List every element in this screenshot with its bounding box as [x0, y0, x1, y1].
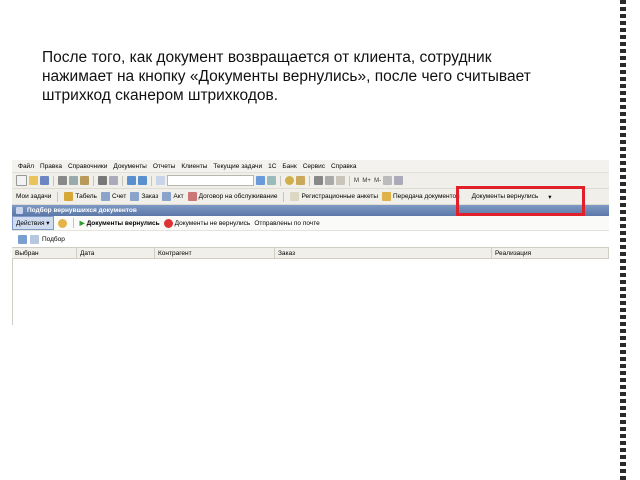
table-header: Выбран Дата Контрагент Заказ Реализация: [12, 247, 609, 259]
menu-service[interactable]: Сервис: [303, 163, 325, 170]
btn-documents-not-returned-label: Документы не вернулись: [174, 219, 251, 227]
column-header[interactable]: Дата: [77, 248, 155, 258]
search-icon[interactable]: [256, 176, 265, 185]
search-combo[interactable]: [167, 175, 254, 186]
preview-icon[interactable]: [109, 176, 118, 185]
peredacha-button[interactable]: Передача документов: [382, 192, 460, 201]
form-icon: [16, 207, 23, 214]
menu-catalogs[interactable]: Справочники: [68, 163, 107, 170]
column-header[interactable]: Заказ: [275, 248, 492, 258]
actions-label: Действия: [16, 219, 45, 227]
btn-sent-by-mail[interactable]: Отправлены по почте: [254, 220, 319, 227]
dogovor-label: Договор на обслуживание: [198, 193, 278, 200]
contract-icon: [187, 192, 197, 201]
slide-text-line: После того, как документ возвращается от…: [42, 49, 492, 66]
help-icon[interactable]: [394, 176, 404, 185]
filter-label[interactable]: Подбор: [42, 236, 65, 243]
filter-bar: Подбор: [12, 231, 609, 247]
menu-reports[interactable]: Отчеты: [153, 163, 175, 170]
my-tasks-label: Мои задачи: [16, 193, 52, 200]
schet-button[interactable]: Счет: [100, 192, 127, 201]
menu-1c[interactable]: 1С: [268, 163, 276, 170]
open-folder-icon[interactable]: [29, 176, 38, 185]
menu-documents[interactable]: Документы: [113, 163, 147, 170]
btn-documents-returned[interactable]: ▶ Документы вернулись: [79, 219, 160, 228]
slide-text-line: штрихкод сканером штрихкодов.: [42, 87, 279, 104]
memory-buttons[interactable]: M M+ M-: [354, 178, 381, 184]
tabel-icon: [64, 192, 74, 201]
menu-clients[interactable]: Клиенты: [181, 163, 207, 170]
play-icon: ▶: [79, 220, 85, 227]
menu-file[interactable]: Файл: [18, 163, 34, 170]
redo-icon[interactable]: [138, 176, 147, 185]
form-command-bar: Действия ▾ ▶ Документы вернулись Документ…: [12, 216, 609, 231]
save-icon[interactable]: [40, 176, 49, 185]
slide-text: После того, как документ возвращается от…: [42, 48, 602, 105]
reg-ankety-label: Регистрационные анкеты: [301, 193, 378, 200]
copy-icon[interactable]: [69, 176, 78, 185]
form-title: Подбор вернувшихся документов: [27, 207, 137, 214]
calendar-icon[interactable]: [314, 176, 323, 185]
undo-icon[interactable]: [127, 176, 136, 185]
dogovor-button[interactable]: Договор на обслуживание: [187, 192, 278, 201]
reg-ankety-button[interactable]: Регистрационные анкеты: [290, 192, 378, 201]
print-icon[interactable]: [98, 176, 107, 185]
calculator-icon[interactable]: [325, 176, 334, 185]
find-icon[interactable]: [156, 176, 165, 185]
menu-help[interactable]: Справка: [331, 163, 357, 170]
my-tasks-button[interactable]: Мои задачи: [16, 193, 51, 200]
app-window: Файл Правка Справочники Документы Отчеты…: [12, 160, 609, 325]
table-body[interactable]: [12, 259, 609, 325]
transfer-icon: [382, 192, 391, 201]
zakaz-label: Заказ: [141, 193, 159, 200]
menu-edit[interactable]: Правка: [40, 163, 62, 170]
tabel-label: Табель: [75, 193, 97, 200]
tabel-button[interactable]: Табель: [64, 192, 97, 201]
copy-rows-icon[interactable]: [30, 234, 39, 244]
invoice-icon: [100, 192, 110, 201]
zakaz-button[interactable]: Заказ: [130, 192, 158, 201]
peredacha-label: Передача документов: [393, 193, 460, 200]
stop-icon: [163, 218, 173, 228]
akt-button[interactable]: Акт: [162, 192, 184, 201]
decorative-dashed-line: [620, 0, 626, 480]
menu-bank[interactable]: Банк: [282, 163, 296, 170]
refresh-icon[interactable]: [57, 218, 67, 228]
act-icon: [162, 192, 172, 201]
new-document-icon[interactable]: [16, 175, 27, 186]
menu-bar: Файл Правка Справочники Документы Отчеты…: [12, 160, 609, 173]
btn-documents-returned-label: Документы вернулись: [86, 219, 160, 227]
paste-icon[interactable]: [80, 176, 89, 185]
btn-sent-by-mail-label: Отправлены по почте: [254, 219, 320, 227]
btn-documents-not-returned[interactable]: Документы не вернулись: [163, 218, 251, 228]
question-icon[interactable]: [296, 176, 305, 185]
cut-icon[interactable]: [58, 176, 67, 185]
info-icon[interactable]: [285, 176, 294, 185]
highlight-frame: [456, 186, 585, 216]
column-header[interactable]: Выбран: [12, 248, 77, 258]
calc-buttons-icon[interactable]: [383, 176, 393, 185]
questionnaire-icon: [290, 192, 300, 201]
column-header[interactable]: Реализация: [492, 248, 609, 258]
menu-current-tasks[interactable]: Текущие задачи: [213, 163, 262, 170]
akt-label: Акт: [173, 193, 184, 200]
actions-menu[interactable]: Действия ▾: [12, 216, 54, 230]
slide-text-line: нажимает на кнопку «Документы вернулись»…: [42, 68, 531, 85]
order-icon: [130, 192, 140, 201]
column-header[interactable]: Контрагент: [155, 248, 275, 258]
table-icon[interactable]: [336, 176, 345, 185]
schet-label: Счет: [111, 193, 127, 200]
table-select-icon[interactable]: [18, 234, 27, 244]
find-next-icon[interactable]: [267, 176, 276, 185]
